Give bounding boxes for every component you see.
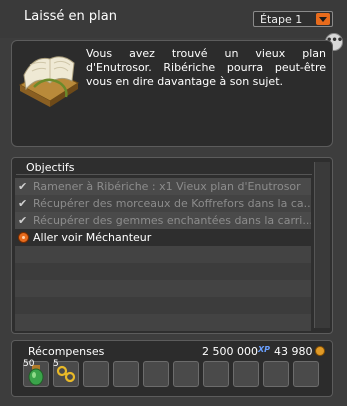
reward-slot[interactable]: 5 <box>53 359 79 387</box>
objective-row: ✔ Ramener à Ribériche : x1 Vieux plan d'… <box>15 178 311 195</box>
objective-row[interactable]: Aller voir Méchanteur <box>15 229 311 246</box>
quest-header: Laissé en plan Étape 1 <box>0 0 347 38</box>
xp-amount: 2 500 000 <box>202 345 258 358</box>
objective-marker-icon[interactable] <box>18 232 29 243</box>
quest-description-text: Vous avez trouvé un vieux plan d'Enutros… <box>86 47 326 88</box>
reward-quantity: 50 <box>23 359 35 369</box>
quest-description-panel: Vous avez trouvé un vieux plan d'Enutros… <box>11 40 333 147</box>
rewards-panel: Récompenses 2 500 000 XP 43 980 50 5 <box>11 340 333 397</box>
objective-text: Récupérer des morceaux de Koffrefors dan… <box>33 197 311 210</box>
checkmark-icon: ✔ <box>18 197 28 210</box>
kamas-coin-icon <box>315 346 325 356</box>
step-dropdown-label: Étape 1 <box>260 13 303 26</box>
quest-title: Laissé en plan <box>24 9 117 24</box>
reward-slot-empty <box>83 361 109 387</box>
step-dropdown[interactable]: Étape 1 <box>253 11 333 27</box>
reward-slot[interactable]: 50 <box>23 359 49 387</box>
rewards-title: Récompenses <box>28 345 105 358</box>
empty-row <box>15 297 311 314</box>
reward-slot-empty <box>203 361 229 387</box>
kamas-amount: 43 980 <box>274 345 313 358</box>
chevron-down-icon[interactable] <box>316 13 330 25</box>
objective-text: Récupérer des gemmes enchantées dans la … <box>33 214 311 227</box>
reward-slot-empty <box>113 361 139 387</box>
reward-slot-empty <box>233 361 259 387</box>
reward-slot-empty <box>143 361 169 387</box>
objective-row: ✔ Récupérer des gemmes enchantées dans l… <box>15 212 311 229</box>
old-map-scroll-icon <box>18 56 80 107</box>
objective-text: Ramener à Ribériche : x1 Vieux plan d'En… <box>33 180 301 193</box>
objectives-scrollbar[interactable] <box>314 162 330 328</box>
empty-row <box>15 280 311 297</box>
checkmark-icon: ✔ <box>18 214 28 227</box>
checkmark-icon: ✔ <box>18 180 28 193</box>
reward-slot-empty <box>173 361 199 387</box>
objective-text: Aller voir Méchanteur <box>33 231 152 244</box>
xp-icon: XP <box>258 345 271 354</box>
reward-quantity: 5 <box>53 359 59 369</box>
reward-slot-empty <box>263 361 289 387</box>
empty-row <box>15 263 311 280</box>
reward-slot-empty <box>293 361 319 387</box>
objective-row: ✔ Récupérer des morceaux de Koffrefors d… <box>15 195 311 212</box>
objectives-panel: Objectifs ✔ Ramener à Ribériche : x1 Vie… <box>11 157 333 334</box>
empty-row <box>15 246 311 263</box>
empty-row <box>15 314 311 331</box>
objectives-title: Objectifs <box>16 161 312 175</box>
quest-window: Laissé en plan Étape 1 ••• Vous avez tro… <box>0 0 347 406</box>
